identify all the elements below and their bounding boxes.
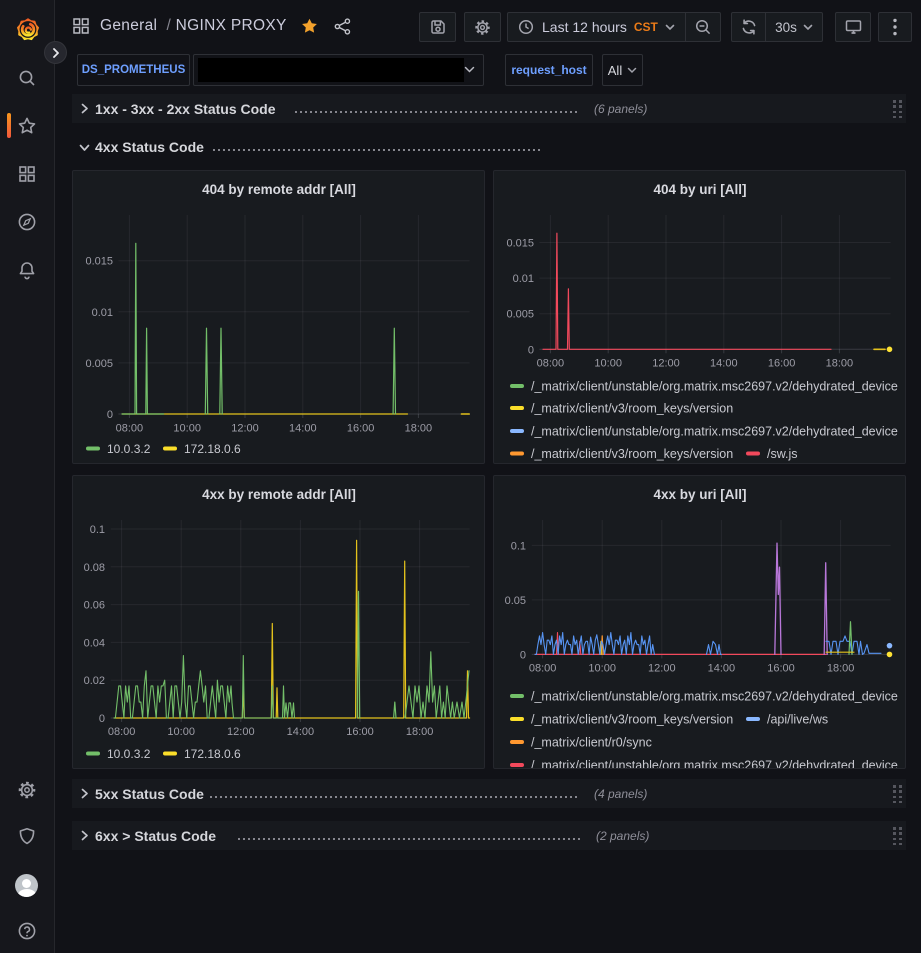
svg-text:0: 0	[528, 344, 534, 356]
svg-text:10:00: 10:00	[588, 663, 616, 675]
svg-text:0.1: 0.1	[90, 524, 105, 536]
svg-text:0.08: 0.08	[84, 562, 105, 574]
svg-text:172.18.0.6: 172.18.0.6	[184, 747, 241, 761]
svg-text:14:00: 14:00	[287, 726, 315, 738]
svg-text:10:00: 10:00	[594, 358, 622, 370]
svg-text:/_matrix/client/r0/sync: /_matrix/client/r0/sync	[531, 736, 652, 750]
svg-text:0.01: 0.01	[513, 273, 534, 285]
svg-text:0.06: 0.06	[84, 600, 105, 612]
svg-text:0: 0	[99, 713, 105, 725]
svg-text:0.1: 0.1	[511, 540, 526, 552]
svg-text:16:00: 16:00	[767, 663, 795, 675]
svg-text:10.0.3.2: 10.0.3.2	[107, 747, 151, 761]
svg-text:14:00: 14:00	[710, 358, 738, 370]
svg-text:08:00: 08:00	[529, 663, 557, 675]
svg-text:18:00: 18:00	[827, 663, 855, 675]
svg-text:0.04: 0.04	[84, 637, 105, 649]
svg-text:16:00: 16:00	[768, 358, 796, 370]
svg-text:172.18.0.6: 172.18.0.6	[184, 442, 241, 456]
svg-text:12:00: 12:00	[648, 663, 676, 675]
svg-text:/_matrix/client/v3/room_keys/v: /_matrix/client/v3/room_keys/version	[531, 713, 733, 727]
svg-text:404 by uri [All]: 404 by uri [All]	[653, 182, 746, 197]
svg-text:0.005: 0.005	[85, 358, 113, 370]
svg-text:0.05: 0.05	[505, 595, 526, 607]
svg-text:/_matrix/client/unstable/org.m: /_matrix/client/unstable/org.matrix.msc2…	[531, 690, 898, 704]
svg-text:/sw.js: /sw.js	[767, 447, 798, 461]
svg-text:14:00: 14:00	[289, 423, 317, 435]
svg-text:10:00: 10:00	[173, 423, 201, 435]
svg-text:12:00: 12:00	[227, 726, 255, 738]
svg-text:18:00: 18:00	[405, 423, 433, 435]
svg-text:18:00: 18:00	[826, 358, 854, 370]
svg-text:/_matrix/client/unstable/org.m: /_matrix/client/unstable/org.matrix.msc2…	[531, 425, 898, 439]
svg-text:0.02: 0.02	[84, 675, 105, 687]
svg-text:/_matrix/client/v3/room_keys/v: /_matrix/client/v3/room_keys/version	[531, 447, 733, 461]
svg-text:10.0.3.2: 10.0.3.2	[107, 442, 151, 456]
svg-text:0: 0	[107, 409, 113, 421]
svg-text:12:00: 12:00	[231, 423, 259, 435]
svg-text:0: 0	[520, 649, 526, 661]
svg-text:/_matrix/client/unstable/org.m: /_matrix/client/unstable/org.matrix.msc2…	[531, 759, 898, 770]
svg-text:/_matrix/client/unstable/org.m: /_matrix/client/unstable/org.matrix.msc2…	[531, 380, 898, 394]
svg-text:0.015: 0.015	[506, 238, 534, 250]
svg-text:16:00: 16:00	[346, 726, 374, 738]
svg-text:0.005: 0.005	[506, 309, 534, 321]
svg-text:08:00: 08:00	[108, 726, 136, 738]
svg-text:16:00: 16:00	[347, 423, 375, 435]
svg-text:404 by remote addr [All]: 404 by remote addr [All]	[202, 182, 356, 197]
svg-text:0.015: 0.015	[85, 256, 113, 268]
svg-text:4xx by uri [All]: 4xx by uri [All]	[653, 487, 746, 502]
svg-text:18:00: 18:00	[406, 726, 434, 738]
svg-text:/api/live/ws: /api/live/ws	[767, 713, 828, 727]
svg-text:10:00: 10:00	[167, 726, 195, 738]
svg-text:0.01: 0.01	[92, 307, 113, 319]
svg-text:14:00: 14:00	[708, 663, 736, 675]
svg-text:12:00: 12:00	[652, 358, 680, 370]
svg-text:/_matrix/client/v3/room_keys/v: /_matrix/client/v3/room_keys/version	[531, 402, 733, 416]
svg-text:08:00: 08:00	[116, 423, 144, 435]
svg-text:4xx by remote addr [All]: 4xx by remote addr [All]	[202, 487, 356, 502]
svg-text:08:00: 08:00	[537, 358, 565, 370]
